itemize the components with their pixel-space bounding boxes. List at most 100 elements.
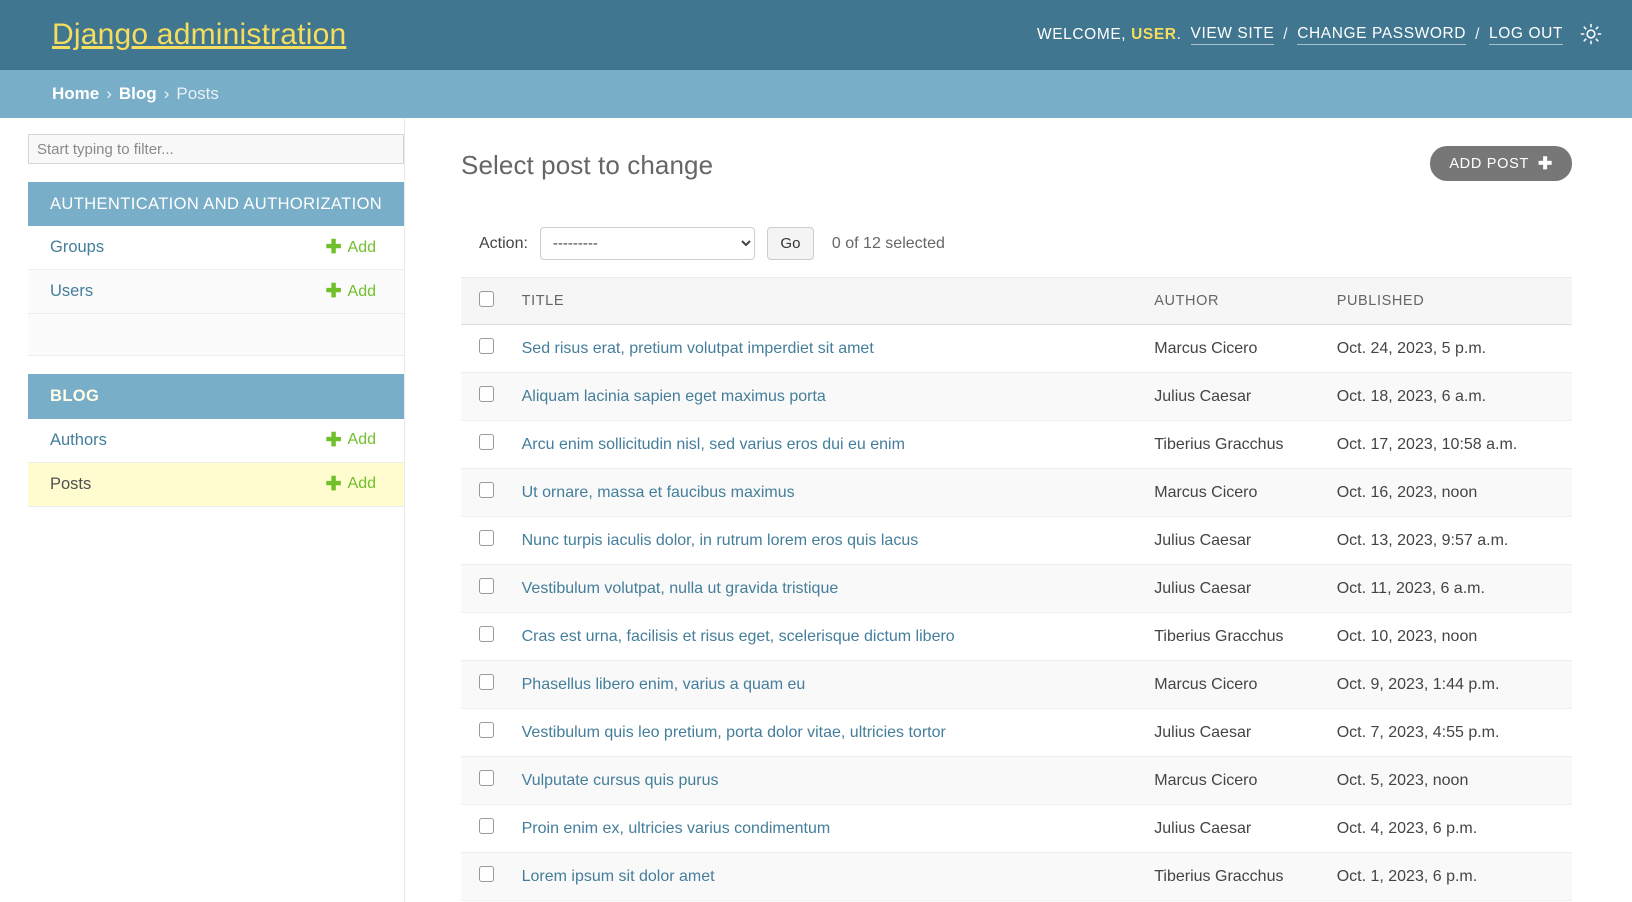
- row-select-cell: [461, 373, 508, 421]
- sidebar-item-label[interactable]: Groups: [50, 238, 104, 257]
- row-select-cell: [461, 613, 508, 661]
- column-header-author[interactable]: Author: [1146, 278, 1328, 325]
- cell-title: Ut ornare, massa et faucibus maximus: [508, 469, 1147, 517]
- sidebar-add-users[interactable]: ✚ Add: [326, 282, 404, 301]
- link-separator: /: [1283, 26, 1288, 44]
- cell-title: Proin enim ex, ultricies varius condimen…: [508, 805, 1147, 853]
- log-out-link[interactable]: Log out: [1489, 25, 1563, 45]
- cell-published: Oct. 24, 2023, 5 p.m.: [1329, 325, 1572, 373]
- sidebar-collapse-toggle[interactable]: «: [0, 434, 1, 458]
- selection-counter: 0 of 12 selected: [832, 235, 945, 253]
- select-all-header: [461, 278, 508, 325]
- column-header-published[interactable]: Published: [1329, 278, 1572, 325]
- table-row: Phasellus libero enim, varius a quam euM…: [461, 661, 1572, 709]
- row-checkbox[interactable]: [479, 626, 494, 642]
- cell-title: Nunc turpis iaculis dolor, in rutrum lor…: [508, 517, 1147, 565]
- cell-author: Julius Caesar: [1146, 805, 1328, 853]
- row-checkbox[interactable]: [479, 722, 494, 738]
- post-title-link[interactable]: Vestibulum volutpat, nulla ut gravida tr…: [522, 580, 839, 597]
- view-site-link[interactable]: View site: [1191, 25, 1275, 45]
- sidebar-item-authors[interactable]: Authors ✚ Add: [28, 419, 404, 463]
- row-checkbox[interactable]: [479, 530, 494, 546]
- admin-header: Django administration Welcome, USER. Vie…: [0, 0, 1632, 70]
- breadcrumb-home[interactable]: Home: [52, 84, 99, 104]
- sidebar-add-label[interactable]: Add: [348, 431, 376, 449]
- post-title-link[interactable]: Sed risus erat, pretium volutpat imperdi…: [522, 340, 874, 357]
- table-row: Sed risus erat, pretium volutpat imperdi…: [461, 325, 1572, 373]
- row-select-cell: [461, 469, 508, 517]
- action-bar: Action: --------- Delete selected posts …: [479, 227, 1572, 260]
- username: USER: [1131, 26, 1176, 43]
- results-table: Title Author Published Sed risus erat, p…: [461, 277, 1572, 901]
- row-select-cell: [461, 517, 508, 565]
- row-checkbox[interactable]: [479, 866, 494, 882]
- sidebar-add-label[interactable]: Add: [348, 239, 376, 257]
- welcome-text: Welcome, USER.: [1037, 26, 1182, 44]
- post-title-link[interactable]: Lorem ipsum sit dolor amet: [522, 868, 715, 885]
- action-select[interactable]: --------- Delete selected posts: [540, 227, 755, 260]
- sidebar-item-label[interactable]: Users: [50, 282, 93, 301]
- plus-icon: ✚: [326, 475, 342, 494]
- post-title-link[interactable]: Aliquam lacinia sapien eget maximus port…: [522, 388, 826, 405]
- plus-icon: ✚: [326, 282, 342, 301]
- post-title-link[interactable]: Cras est urna, facilisis et risus eget, …: [522, 628, 955, 645]
- cell-author: Marcus Cicero: [1146, 325, 1328, 373]
- welcome-suffix: .: [1177, 26, 1182, 43]
- sidebar-add-label[interactable]: Add: [348, 475, 376, 493]
- post-title-link[interactable]: Vestibulum quis leo pretium, porta dolor…: [522, 724, 946, 741]
- sidebar-item-label[interactable]: Authors: [50, 431, 107, 450]
- user-tools: Welcome, USER. View site / Change passwo…: [1037, 22, 1604, 48]
- sidebar-app-caption-auth[interactable]: Authentication and Authorization: [28, 182, 404, 226]
- column-header-title[interactable]: Title: [508, 278, 1147, 325]
- post-title-link[interactable]: Nunc turpis iaculis dolor, in rutrum lor…: [522, 532, 919, 549]
- sidebar-add-label[interactable]: Add: [348, 283, 376, 301]
- breadcrumb-blog[interactable]: Blog: [119, 84, 157, 104]
- cell-title: Lorem ipsum sit dolor amet: [508, 853, 1147, 901]
- row-checkbox[interactable]: [479, 674, 494, 690]
- table-body: Sed risus erat, pretium volutpat imperdi…: [461, 325, 1572, 901]
- sidebar-app-caption-blog[interactable]: Blog: [28, 374, 404, 418]
- post-title-link[interactable]: Proin enim ex, ultricies varius condimen…: [522, 820, 831, 837]
- site-title[interactable]: Django administration: [52, 18, 346, 52]
- row-checkbox[interactable]: [479, 770, 494, 786]
- cell-published: Oct. 13, 2023, 9:57 a.m.: [1329, 517, 1572, 565]
- sidebar-add-authors[interactable]: ✚ Add: [326, 431, 404, 450]
- sidebar-add-posts[interactable]: ✚ Add: [326, 475, 404, 494]
- change-password-link[interactable]: Change password: [1297, 25, 1466, 45]
- cell-author: Marcus Cicero: [1146, 757, 1328, 805]
- sidebar-filter-input[interactable]: [28, 134, 404, 164]
- cell-published: Oct. 1, 2023, 6 p.m.: [1329, 853, 1572, 901]
- table-row: Vestibulum volutpat, nulla ut gravida tr…: [461, 565, 1572, 613]
- cell-published: Oct. 4, 2023, 6 p.m.: [1329, 805, 1572, 853]
- row-checkbox[interactable]: [479, 578, 494, 594]
- action-go-button[interactable]: Go: [767, 227, 814, 260]
- row-select-cell: [461, 661, 508, 709]
- table-head: Title Author Published: [461, 278, 1572, 325]
- row-checkbox[interactable]: [479, 434, 494, 450]
- cell-title: Sed risus erat, pretium volutpat imperdi…: [508, 325, 1147, 373]
- welcome-prefix: Welcome,: [1037, 26, 1126, 43]
- theme-toggle-button[interactable]: [1578, 22, 1604, 48]
- cell-published: Oct. 16, 2023, noon: [1329, 469, 1572, 517]
- row-checkbox[interactable]: [479, 818, 494, 834]
- sidebar-add-groups[interactable]: ✚ Add: [326, 238, 404, 257]
- post-title-link[interactable]: Phasellus libero enim, varius a quam eu: [522, 676, 806, 693]
- breadcrumb-separator-icon: ›: [164, 84, 170, 104]
- post-title-link[interactable]: Arcu enim sollicitudin nisl, sed varius …: [522, 436, 905, 453]
- sidebar-item-groups[interactable]: Groups ✚ Add: [28, 226, 404, 270]
- sidebar-item-users[interactable]: Users ✚ Add: [28, 270, 404, 314]
- sidebar-item-posts[interactable]: Posts ✚ Add: [28, 463, 404, 507]
- cell-title: Vestibulum quis leo pretium, porta dolor…: [508, 709, 1147, 757]
- add-post-button[interactable]: Add post ✚: [1430, 146, 1572, 181]
- table-row: Nunc turpis iaculis dolor, in rutrum lor…: [461, 517, 1572, 565]
- post-title-link[interactable]: Ut ornare, massa et faucibus maximus: [522, 484, 795, 501]
- row-checkbox[interactable]: [479, 386, 494, 402]
- cell-title: Phasellus libero enim, varius a quam eu: [508, 661, 1147, 709]
- post-title-link[interactable]: Vulputate cursus quis purus: [522, 772, 719, 789]
- sun-icon: [1580, 23, 1602, 48]
- cell-author: Julius Caesar: [1146, 709, 1328, 757]
- sidebar-item-label[interactable]: Posts: [50, 475, 91, 494]
- row-checkbox[interactable]: [479, 338, 494, 354]
- select-all-checkbox[interactable]: [479, 291, 494, 307]
- row-checkbox[interactable]: [479, 482, 494, 498]
